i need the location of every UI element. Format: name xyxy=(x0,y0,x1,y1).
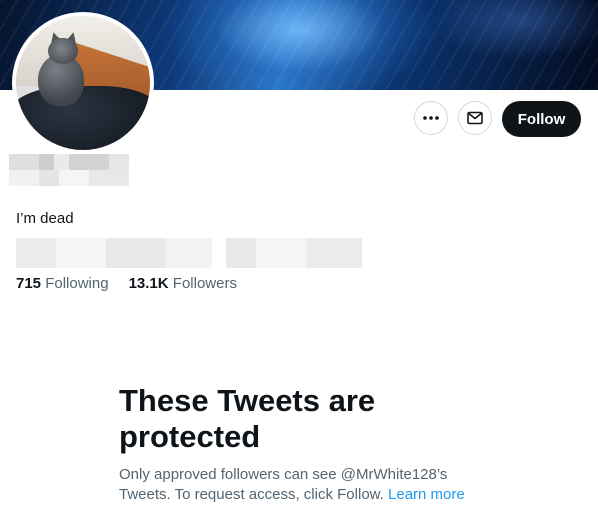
redacted-profile-meta xyxy=(16,238,212,268)
following-count: 715 xyxy=(16,275,42,292)
following-link[interactable]: 715 Following xyxy=(16,275,109,292)
redacted-profile-meta xyxy=(226,238,362,268)
envelope-icon xyxy=(467,111,483,125)
followers-label: Followers xyxy=(172,275,237,292)
following-label: Following xyxy=(45,275,109,292)
avatar[interactable] xyxy=(16,16,150,150)
protected-notice: These Tweets are protected Only approved… xyxy=(119,383,519,505)
follow-stats: 715 Following 13.1K Followers xyxy=(16,275,237,292)
followers-count: 13.1K xyxy=(128,275,169,292)
follow-button[interactable]: Follow xyxy=(502,101,581,137)
more-button[interactable] xyxy=(414,101,448,135)
redacted-display-name xyxy=(9,154,129,186)
protected-body: Only approved followers can see @MrWhite… xyxy=(119,466,465,503)
profile-bio: I’m dead xyxy=(16,210,74,227)
protected-title: These Tweets are protected xyxy=(119,383,376,454)
message-button[interactable] xyxy=(458,101,492,135)
learn-more-link[interactable]: Learn more xyxy=(388,486,465,503)
followers-link[interactable]: 13.1K Followers xyxy=(129,275,237,292)
more-horizontal-icon xyxy=(423,116,439,120)
